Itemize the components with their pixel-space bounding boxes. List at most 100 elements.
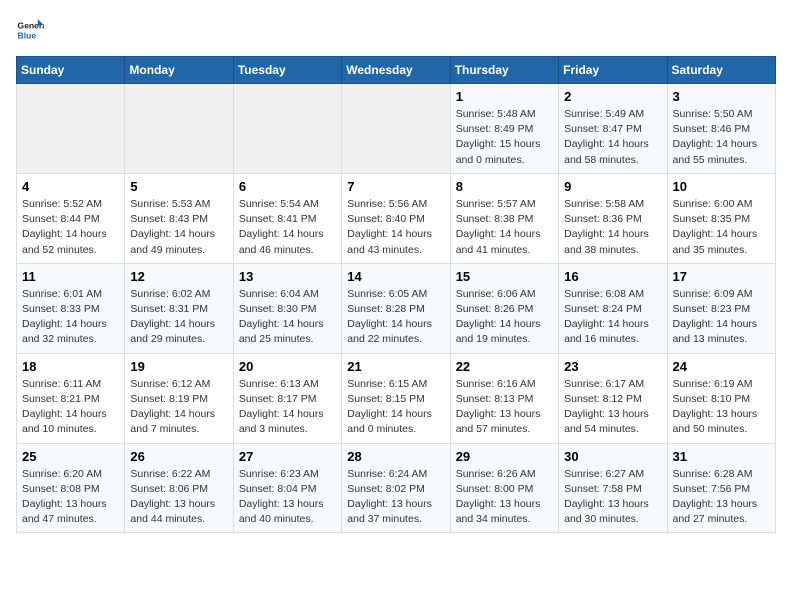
day-info: Sunrise: 6:22 AM Sunset: 8:06 PM Dayligh…	[130, 467, 227, 528]
day-info: Sunrise: 6:16 AM Sunset: 8:13 PM Dayligh…	[456, 377, 553, 438]
day-cell: 2Sunrise: 5:49 AM Sunset: 8:47 PM Daylig…	[559, 84, 667, 174]
day-info: Sunrise: 5:58 AM Sunset: 8:36 PM Dayligh…	[564, 197, 661, 258]
week-row-5: 25 Sunrise: 6:20 AM Sunset: 8:08 PM Dayli…	[17, 443, 776, 533]
day-cell: 25 Sunrise: 6:20 AM Sunset: 8:08 PM Dayli…	[17, 443, 125, 533]
day-cell: 31 Sunrise: 6:28 AM Sunset: 7:56 PM Dayli…	[667, 443, 775, 533]
day-info: Sunrise: 6:06 AM Sunset: 8:26 PM Dayligh…	[456, 287, 553, 348]
day-number: 26	[130, 449, 227, 464]
day-number: 24	[673, 359, 770, 374]
day-number: 1	[456, 89, 553, 104]
svg-text:Blue: Blue	[18, 31, 37, 41]
day-number: 20	[239, 359, 336, 374]
header-cell-thursday: Thursday	[450, 57, 558, 84]
day-cell: 9 Sunrise: 5:58 AM Sunset: 8:36 PM Daylig…	[559, 173, 667, 263]
day-info: Sunrise: 6:28 AM Sunset: 7:56 PM Dayligh…	[673, 467, 770, 528]
day-number: 22	[456, 359, 553, 374]
day-info: Sunrise: 5:57 AM Sunset: 8:38 PM Dayligh…	[456, 197, 553, 258]
day-cell: 27 Sunrise: 6:23 AM Sunset: 8:04 PM Dayli…	[233, 443, 341, 533]
day-info: Sunrise: 6:01 AM Sunset: 8:33 PM Dayligh…	[22, 287, 119, 348]
day-cell: 15 Sunrise: 6:06 AM Sunset: 8:26 PM Dayli…	[450, 263, 558, 353]
day-cell: 4Sunrise: 5:52 AM Sunset: 8:44 PM Daylig…	[17, 173, 125, 263]
day-number: 6	[239, 179, 336, 194]
logo: General Blue	[16, 16, 48, 44]
day-cell: 16 Sunrise: 6:08 AM Sunset: 8:24 PM Dayli…	[559, 263, 667, 353]
day-cell: 23 Sunrise: 6:17 AM Sunset: 8:12 PM Dayli…	[559, 353, 667, 443]
day-number: 17	[673, 269, 770, 284]
day-cell: 8 Sunrise: 5:57 AM Sunset: 8:38 PM Daylig…	[450, 173, 558, 263]
day-info: Sunrise: 6:12 AM Sunset: 8:19 PM Dayligh…	[130, 377, 227, 438]
day-number: 15	[456, 269, 553, 284]
day-cell: 26 Sunrise: 6:22 AM Sunset: 8:06 PM Dayli…	[125, 443, 233, 533]
day-cell: 14Sunrise: 6:05 AM Sunset: 8:28 PM Dayli…	[342, 263, 450, 353]
day-info: Sunrise: 6:11 AM Sunset: 8:21 PM Dayligh…	[22, 377, 119, 438]
day-number: 28	[347, 449, 444, 464]
day-cell: 6 Sunrise: 5:54 AM Sunset: 8:41 PM Daylig…	[233, 173, 341, 263]
day-info: Sunrise: 6:04 AM Sunset: 8:30 PM Dayligh…	[239, 287, 336, 348]
day-cell: 20Sunrise: 6:13 AM Sunset: 8:17 PM Dayli…	[233, 353, 341, 443]
day-cell: 3 Sunrise: 5:50 AM Sunset: 8:46 PM Daylig…	[667, 84, 775, 174]
day-cell	[233, 84, 341, 174]
week-row-1: 1Sunrise: 5:48 AM Sunset: 8:49 PM Daylig…	[17, 84, 776, 174]
day-number: 12	[130, 269, 227, 284]
day-number: 31	[673, 449, 770, 464]
day-number: 9	[564, 179, 661, 194]
day-cell: 13Sunrise: 6:04 AM Sunset: 8:30 PM Dayli…	[233, 263, 341, 353]
day-info: Sunrise: 6:24 AM Sunset: 8:02 PM Dayligh…	[347, 467, 444, 528]
week-row-2: 4Sunrise: 5:52 AM Sunset: 8:44 PM Daylig…	[17, 173, 776, 263]
day-number: 27	[239, 449, 336, 464]
day-cell: 21Sunrise: 6:15 AM Sunset: 8:15 PM Dayli…	[342, 353, 450, 443]
day-number: 23	[564, 359, 661, 374]
day-number: 25	[22, 449, 119, 464]
day-number: 14	[347, 269, 444, 284]
day-info: Sunrise: 6:09 AM Sunset: 8:23 PM Dayligh…	[673, 287, 770, 348]
day-number: 19	[130, 359, 227, 374]
day-number: 16	[564, 269, 661, 284]
day-info: Sunrise: 6:19 AM Sunset: 8:10 PM Dayligh…	[673, 377, 770, 438]
week-row-3: 11 Sunrise: 6:01 AM Sunset: 8:33 PM Dayli…	[17, 263, 776, 353]
header-cell-saturday: Saturday	[667, 57, 775, 84]
day-cell	[342, 84, 450, 174]
day-number: 2	[564, 89, 661, 104]
day-cell	[17, 84, 125, 174]
day-info: Sunrise: 6:23 AM Sunset: 8:04 PM Dayligh…	[239, 467, 336, 528]
header-cell-wednesday: Wednesday	[342, 57, 450, 84]
day-info: Sunrise: 5:50 AM Sunset: 8:46 PM Dayligh…	[673, 107, 770, 168]
day-number: 29	[456, 449, 553, 464]
header-cell-friday: Friday	[559, 57, 667, 84]
day-info: Sunrise: 6:02 AM Sunset: 8:31 PM Dayligh…	[130, 287, 227, 348]
day-info: Sunrise: 5:56 AM Sunset: 8:40 PM Dayligh…	[347, 197, 444, 258]
day-number: 10	[673, 179, 770, 194]
day-cell: 5Sunrise: 5:53 AM Sunset: 8:43 PM Daylig…	[125, 173, 233, 263]
day-info: Sunrise: 5:54 AM Sunset: 8:41 PM Dayligh…	[239, 197, 336, 258]
day-number: 4	[22, 179, 119, 194]
week-row-4: 18 Sunrise: 6:11 AM Sunset: 8:21 PM Dayli…	[17, 353, 776, 443]
day-number: 11	[22, 269, 119, 284]
day-cell: 30Sunrise: 6:27 AM Sunset: 7:58 PM Dayli…	[559, 443, 667, 533]
day-info: Sunrise: 6:15 AM Sunset: 8:15 PM Dayligh…	[347, 377, 444, 438]
day-cell: 11 Sunrise: 6:01 AM Sunset: 8:33 PM Dayli…	[17, 263, 125, 353]
day-cell: 12 Sunrise: 6:02 AM Sunset: 8:31 PM Dayli…	[125, 263, 233, 353]
day-cell: 22 Sunrise: 6:16 AM Sunset: 8:13 PM Dayli…	[450, 353, 558, 443]
day-cell: 28 Sunrise: 6:24 AM Sunset: 8:02 PM Dayli…	[342, 443, 450, 533]
day-number: 5	[130, 179, 227, 194]
day-cell: 19 Sunrise: 6:12 AM Sunset: 8:19 PM Dayli…	[125, 353, 233, 443]
day-number: 18	[22, 359, 119, 374]
calendar-table: SundayMondayTuesdayWednesdayThursdayFrid…	[16, 56, 776, 533]
page-header: General Blue	[16, 16, 776, 44]
day-info: Sunrise: 6:26 AM Sunset: 8:00 PM Dayligh…	[456, 467, 553, 528]
day-cell: 17 Sunrise: 6:09 AM Sunset: 8:23 PM Dayli…	[667, 263, 775, 353]
day-cell	[125, 84, 233, 174]
day-info: Sunrise: 6:27 AM Sunset: 7:58 PM Dayligh…	[564, 467, 661, 528]
logo-icon: General Blue	[16, 16, 44, 44]
day-number: 3	[673, 89, 770, 104]
header-cell-sunday: Sunday	[17, 57, 125, 84]
day-info: Sunrise: 6:17 AM Sunset: 8:12 PM Dayligh…	[564, 377, 661, 438]
header-cell-tuesday: Tuesday	[233, 57, 341, 84]
day-number: 8	[456, 179, 553, 194]
day-cell: 7Sunrise: 5:56 AM Sunset: 8:40 PM Daylig…	[342, 173, 450, 263]
day-cell: 10Sunrise: 6:00 AM Sunset: 8:35 PM Dayli…	[667, 173, 775, 263]
day-info: Sunrise: 6:08 AM Sunset: 8:24 PM Dayligh…	[564, 287, 661, 348]
header-row: SundayMondayTuesdayWednesdayThursdayFrid…	[17, 57, 776, 84]
day-cell: 24 Sunrise: 6:19 AM Sunset: 8:10 PM Dayli…	[667, 353, 775, 443]
day-info: Sunrise: 6:20 AM Sunset: 8:08 PM Dayligh…	[22, 467, 119, 528]
